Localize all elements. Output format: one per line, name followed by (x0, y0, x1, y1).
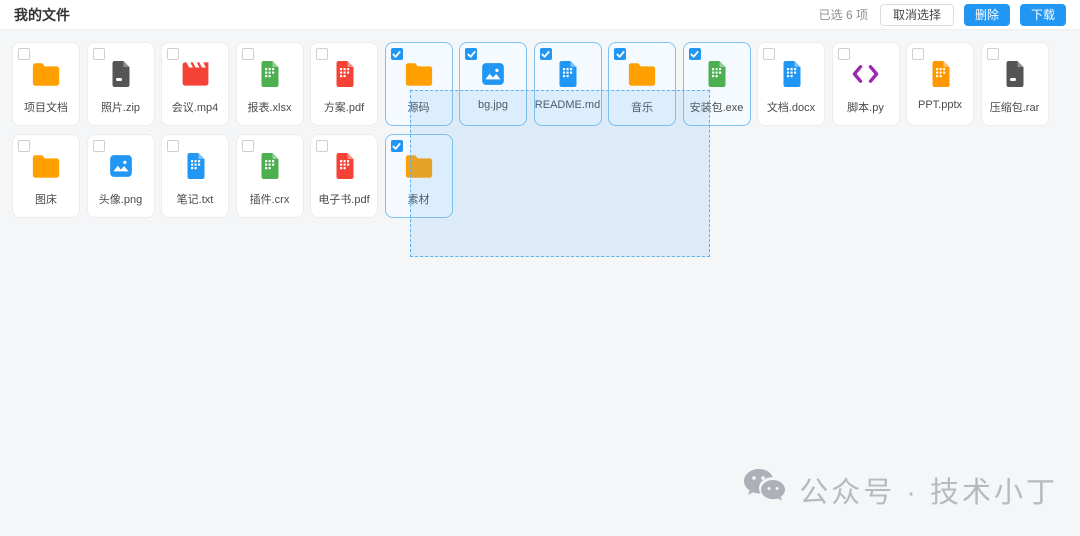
header-actions: 已选 6 项 取消选择 删除 下载 (819, 4, 1066, 26)
doc-icon (258, 59, 281, 89)
file-name: 素材 (408, 191, 430, 207)
file-name: 电子书.pdf (318, 191, 369, 207)
file-card[interactable]: 安装包.exe (683, 42, 751, 126)
file-name: 照片.zip (101, 99, 140, 115)
file-card[interactable]: 照片.zip (87, 42, 155, 126)
video-icon (180, 59, 211, 89)
file-card[interactable]: 电子书.pdf (310, 134, 378, 218)
archive-icon (1003, 59, 1026, 89)
file-card[interactable]: PPT.pptx (906, 42, 974, 126)
file-card[interactable]: 源码 (385, 42, 453, 126)
file-card[interactable]: 报表.xlsx (236, 42, 304, 126)
doc-icon (929, 59, 952, 89)
check-icon (392, 50, 401, 59)
folder-icon (31, 151, 61, 181)
doc-icon (780, 59, 803, 89)
file-name: 会议.mp4 (172, 99, 218, 115)
file-grid: 项目文档 照片.zip 会议.mp4 (0, 30, 1080, 230)
file-card[interactable]: 头像.png (87, 134, 155, 218)
file-name: 项目文档 (24, 99, 68, 115)
code-icon (849, 59, 882, 89)
check-icon (616, 50, 625, 59)
file-card[interactable]: 音乐 (608, 42, 676, 126)
file-name: 源码 (408, 99, 430, 115)
file-checkbox[interactable] (93, 140, 105, 152)
wechat-icon (741, 467, 787, 512)
file-checkbox[interactable] (763, 48, 775, 60)
doc-icon (258, 151, 281, 181)
image-icon (108, 151, 134, 181)
file-name: 笔记.txt (177, 191, 214, 207)
watermark: 公众号 · 技术小丁 (741, 467, 1058, 512)
file-checkbox[interactable] (912, 48, 924, 60)
file-checkbox[interactable] (18, 140, 30, 152)
folder-icon (404, 151, 434, 181)
file-card[interactable]: 方案.pdf (310, 42, 378, 126)
watermark-text: 公众号 · 技术小丁 (799, 469, 1058, 511)
selection-count: 已选 6 项 (819, 6, 868, 23)
file-checkbox[interactable] (242, 48, 254, 60)
file-card[interactable]: 会议.mp4 (161, 42, 229, 126)
file-name: bg.jpg (478, 99, 508, 111)
folder-icon (404, 59, 434, 89)
file-checkbox[interactable] (242, 140, 254, 152)
file-card[interactable]: 脚本.py (832, 42, 900, 126)
file-checkbox[interactable] (391, 140, 403, 152)
file-checkbox[interactable] (689, 48, 701, 60)
file-name: 插件.crx (250, 191, 290, 207)
folder-icon (31, 59, 61, 89)
file-name: 头像.png (99, 191, 142, 207)
file-name: 文档.docx (767, 99, 815, 115)
file-name: 方案.pdf (324, 99, 364, 115)
doc-icon (333, 151, 356, 181)
file-name: 图床 (35, 191, 57, 207)
file-card[interactable]: 笔记.txt (161, 134, 229, 218)
check-icon (392, 142, 401, 151)
file-card[interactable]: bg.jpg (459, 42, 527, 126)
file-card[interactable]: 项目文档 (12, 42, 80, 126)
file-checkbox[interactable] (316, 48, 328, 60)
cancel-selection-button[interactable]: 取消选择 (880, 4, 954, 26)
folder-icon (627, 59, 657, 89)
file-card[interactable]: 文档.docx (757, 42, 825, 126)
check-icon (541, 50, 550, 59)
file-checkbox[interactable] (167, 48, 179, 60)
file-card[interactable]: 图床 (12, 134, 80, 218)
file-checkbox[interactable] (465, 48, 477, 60)
file-checkbox[interactable] (614, 48, 626, 60)
file-card[interactable]: 压缩包.rar (981, 42, 1049, 126)
file-checkbox[interactable] (316, 140, 328, 152)
doc-icon (333, 59, 356, 89)
file-name: 脚本.py (847, 99, 884, 115)
file-name: README.md (535, 99, 600, 111)
file-checkbox[interactable] (391, 48, 403, 60)
page-title: 我的文件 (14, 5, 70, 25)
doc-icon (184, 151, 207, 181)
doc-icon (556, 59, 579, 89)
file-checkbox[interactable] (167, 140, 179, 152)
archive-icon (109, 59, 132, 89)
file-name: PPT.pptx (918, 99, 962, 111)
check-icon (467, 50, 476, 59)
image-icon (480, 59, 506, 89)
file-name: 压缩包.rar (990, 99, 1040, 115)
check-icon (690, 50, 699, 59)
file-checkbox[interactable] (987, 48, 999, 60)
file-card[interactable]: 素材 (385, 134, 453, 218)
download-button[interactable]: 下载 (1020, 4, 1066, 26)
file-checkbox[interactable] (838, 48, 850, 60)
file-name: 安装包.exe (690, 99, 744, 115)
delete-button[interactable]: 删除 (964, 4, 1010, 26)
file-name: 音乐 (631, 99, 653, 115)
file-checkbox[interactable] (18, 48, 30, 60)
doc-icon (705, 59, 728, 89)
file-card[interactable]: 插件.crx (236, 134, 304, 218)
file-checkbox[interactable] (540, 48, 552, 60)
file-name: 报表.xlsx (248, 99, 292, 115)
header: 我的文件 已选 6 项 取消选择 删除 下载 (0, 0, 1080, 30)
file-checkbox[interactable] (93, 48, 105, 60)
file-card[interactable]: README.md (534, 42, 602, 126)
